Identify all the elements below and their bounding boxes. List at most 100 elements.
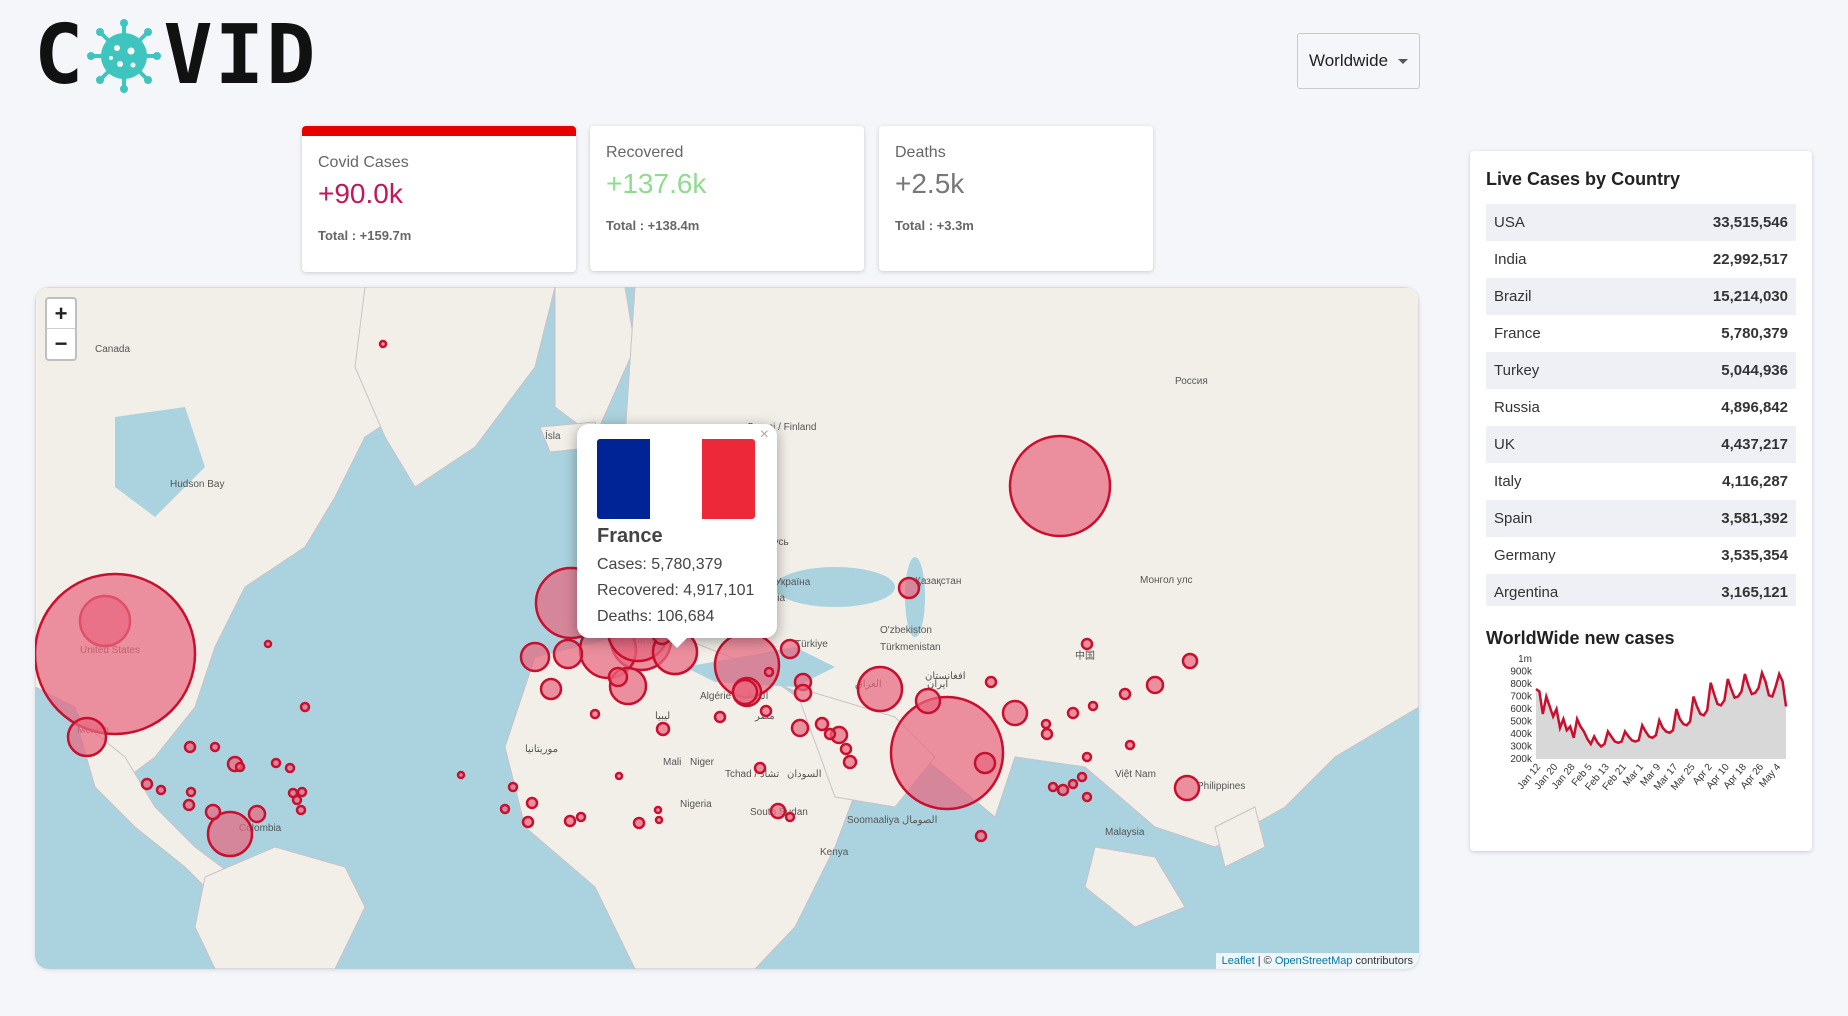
- case-marker[interactable]: [539, 677, 563, 701]
- table-row[interactable]: USA 33,515,546: [1486, 204, 1796, 241]
- live-cases-table[interactable]: USA 33,515,546 India 22,992,517 Brazil 15,214…: [1486, 204, 1796, 606]
- case-marker[interactable]: [296, 786, 308, 798]
- case-marker[interactable]: [291, 794, 303, 806]
- close-icon[interactable]: ×: [760, 426, 769, 444]
- case-marker[interactable]: [284, 762, 296, 774]
- case-marker[interactable]: [653, 805, 663, 815]
- case-marker[interactable]: [525, 796, 539, 810]
- case-marker[interactable]: [713, 710, 727, 724]
- case-marker[interactable]: [456, 770, 466, 780]
- case-marker[interactable]: [1040, 718, 1052, 730]
- case-marker[interactable]: [753, 761, 767, 775]
- case-marker[interactable]: [823, 727, 837, 741]
- case-marker[interactable]: [779, 638, 801, 660]
- case-marker[interactable]: [1181, 652, 1199, 670]
- case-marker[interactable]: [790, 718, 810, 738]
- case-marker[interactable]: [66, 716, 108, 758]
- world-map[interactable]: CanadaHudson BayUnited StatesMéxicoColom…: [35, 287, 1419, 969]
- case-marker[interactable]: [575, 811, 587, 823]
- case-marker[interactable]: [1118, 687, 1132, 701]
- cases-total: Total : +159.7m: [318, 228, 412, 243]
- case-marker[interactable]: [185, 786, 197, 798]
- case-marker[interactable]: [140, 777, 154, 791]
- case-marker[interactable]: [763, 666, 775, 678]
- case-marker[interactable]: [814, 716, 830, 732]
- case-marker[interactable]: [897, 576, 921, 600]
- table-row[interactable]: UK 4,437,217: [1486, 426, 1796, 463]
- table-row[interactable]: Russia 4,896,842: [1486, 389, 1796, 426]
- row-country: UK: [1494, 436, 1515, 453]
- case-marker[interactable]: [759, 704, 773, 718]
- case-marker[interactable]: [589, 708, 601, 720]
- table-row[interactable]: Spain 3,581,392: [1486, 500, 1796, 537]
- case-marker[interactable]: [1080, 637, 1094, 651]
- case-marker[interactable]: [842, 754, 858, 770]
- case-marker[interactable]: [655, 721, 671, 737]
- osm-link[interactable]: OpenStreetMap: [1275, 955, 1353, 967]
- case-marker[interactable]: [263, 639, 273, 649]
- case-marker[interactable]: [1145, 675, 1165, 695]
- row-cases: 22,992,517: [1712, 251, 1788, 268]
- case-marker[interactable]: [914, 687, 942, 715]
- case-marker[interactable]: [1066, 706, 1080, 720]
- case-marker[interactable]: [1047, 781, 1059, 793]
- case-marker[interactable]: [1124, 739, 1136, 751]
- case-marker[interactable]: [270, 757, 282, 769]
- case-marker[interactable]: [1076, 771, 1088, 783]
- case-marker[interactable]: [295, 804, 307, 816]
- case-marker[interactable]: [1173, 774, 1201, 802]
- case-marker[interactable]: [499, 803, 511, 815]
- case-marker[interactable]: [35, 572, 197, 736]
- case-marker[interactable]: [973, 751, 997, 775]
- case-marker[interactable]: [1087, 700, 1099, 712]
- region-select[interactable]: Worldwide: [1297, 33, 1420, 89]
- case-marker[interactable]: [183, 740, 197, 754]
- case-marker[interactable]: [856, 665, 904, 713]
- case-marker[interactable]: [563, 814, 577, 828]
- deaths-card[interactable]: Deaths +2.5k Total : +3.3m: [879, 126, 1153, 271]
- case-marker[interactable]: [793, 683, 813, 703]
- case-marker[interactable]: [552, 638, 584, 670]
- table-row[interactable]: Germany 3,535,354: [1486, 537, 1796, 574]
- case-marker[interactable]: [839, 742, 853, 756]
- case-marker[interactable]: [507, 781, 519, 793]
- case-marker[interactable]: [247, 804, 267, 824]
- case-marker[interactable]: [984, 675, 998, 689]
- table-row[interactable]: Italy 4,116,287: [1486, 463, 1796, 500]
- case-marker[interactable]: [299, 701, 311, 713]
- table-row[interactable]: India 22,992,517: [1486, 241, 1796, 278]
- case-marker[interactable]: [155, 784, 167, 796]
- case-marker[interactable]: [209, 741, 221, 753]
- case-marker[interactable]: [614, 771, 624, 781]
- case-marker[interactable]: [1056, 783, 1070, 797]
- case-marker[interactable]: [234, 761, 246, 773]
- case-marker[interactable]: [182, 798, 196, 812]
- case-marker[interactable]: [1001, 699, 1029, 727]
- case-marker[interactable]: [607, 666, 629, 688]
- case-marker[interactable]: [1040, 727, 1054, 741]
- case-marker[interactable]: [974, 829, 988, 843]
- leaflet-link[interactable]: Leaflet: [1222, 955, 1255, 967]
- cases-card[interactable]: Covid Cases +90.0k Total : +159.7m: [302, 126, 576, 272]
- case-marker[interactable]: [654, 815, 664, 825]
- table-row[interactable]: Argentina 3,165,121: [1486, 574, 1796, 606]
- case-marker[interactable]: [632, 816, 646, 830]
- case-marker[interactable]: [521, 815, 535, 829]
- case-marker[interactable]: [204, 803, 222, 821]
- table-row[interactable]: Brazil 15,214,030: [1486, 278, 1796, 315]
- zoom-in-button[interactable]: +: [47, 299, 75, 329]
- case-marker[interactable]: [1081, 751, 1093, 763]
- case-marker[interactable]: [1067, 778, 1079, 790]
- case-marker[interactable]: [784, 811, 796, 823]
- case-marker[interactable]: [769, 802, 787, 820]
- recovered-card[interactable]: Recovered +137.6k Total : +138.4m: [590, 126, 864, 271]
- logo-letters-vid: VID: [163, 8, 318, 103]
- case-marker[interactable]: [1008, 434, 1112, 538]
- case-marker[interactable]: [378, 339, 388, 349]
- case-marker[interactable]: [1081, 791, 1093, 803]
- table-row[interactable]: Turkey 5,044,936: [1486, 352, 1796, 389]
- case-marker[interactable]: [519, 641, 551, 673]
- case-marker[interactable]: [731, 678, 759, 706]
- zoom-out-button[interactable]: −: [47, 329, 75, 359]
- table-row[interactable]: France 5,780,379: [1486, 315, 1796, 352]
